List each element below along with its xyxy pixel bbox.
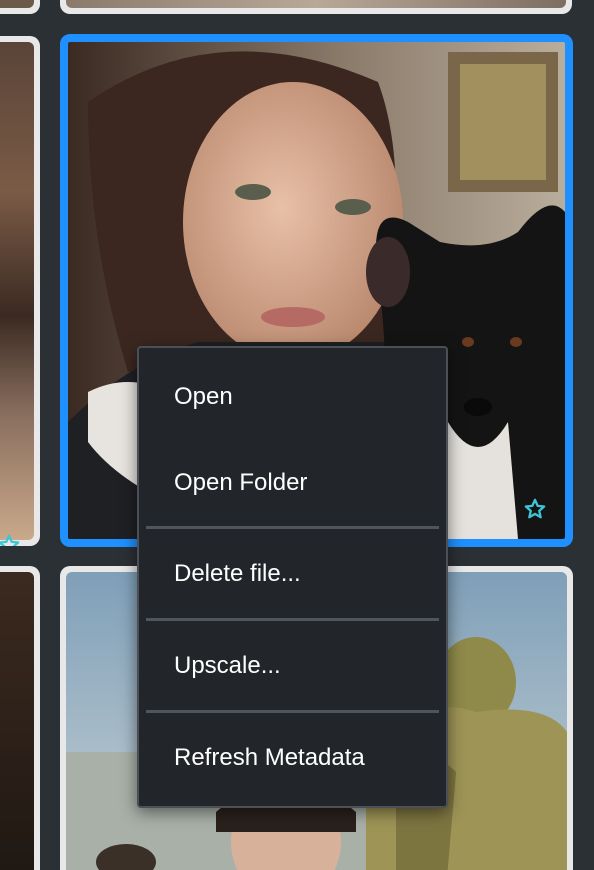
thumbnail-image	[0, 572, 34, 870]
thumbnail-card[interactable]	[60, 0, 572, 14]
context-menu: Open Open Folder Delete file... Upscale.…	[137, 346, 448, 808]
star-outline-icon[interactable]	[524, 498, 546, 520]
menu-item-refresh-metadata[interactable]: Refresh Metadata	[139, 713, 446, 803]
menu-item-open-folder[interactable]: Open Folder	[139, 440, 446, 526]
thumbnail-card[interactable]	[590, 36, 594, 546]
menu-item-label: Upscale...	[174, 651, 281, 679]
menu-item-label: Open Folder	[174, 469, 308, 496]
menu-item-open[interactable]: Open	[139, 354, 446, 440]
image-gallery: Open Open Folder Delete file... Upscale.…	[0, 0, 594, 870]
menu-item-label: Refresh Metadata	[174, 744, 365, 771]
menu-item-label: Open	[174, 383, 233, 410]
menu-item-delete-file[interactable]: Delete file...	[139, 529, 446, 618]
thumbnail-card[interactable]	[0, 566, 40, 870]
menu-item-label: Delete file...	[174, 559, 301, 587]
thumbnail-image	[0, 42, 34, 540]
star-outline-icon[interactable]	[0, 534, 20, 546]
menu-item-upscale[interactable]: Upscale...	[139, 621, 446, 710]
thumbnail-card[interactable]	[0, 36, 40, 546]
thumbnail-card[interactable]	[0, 0, 40, 14]
